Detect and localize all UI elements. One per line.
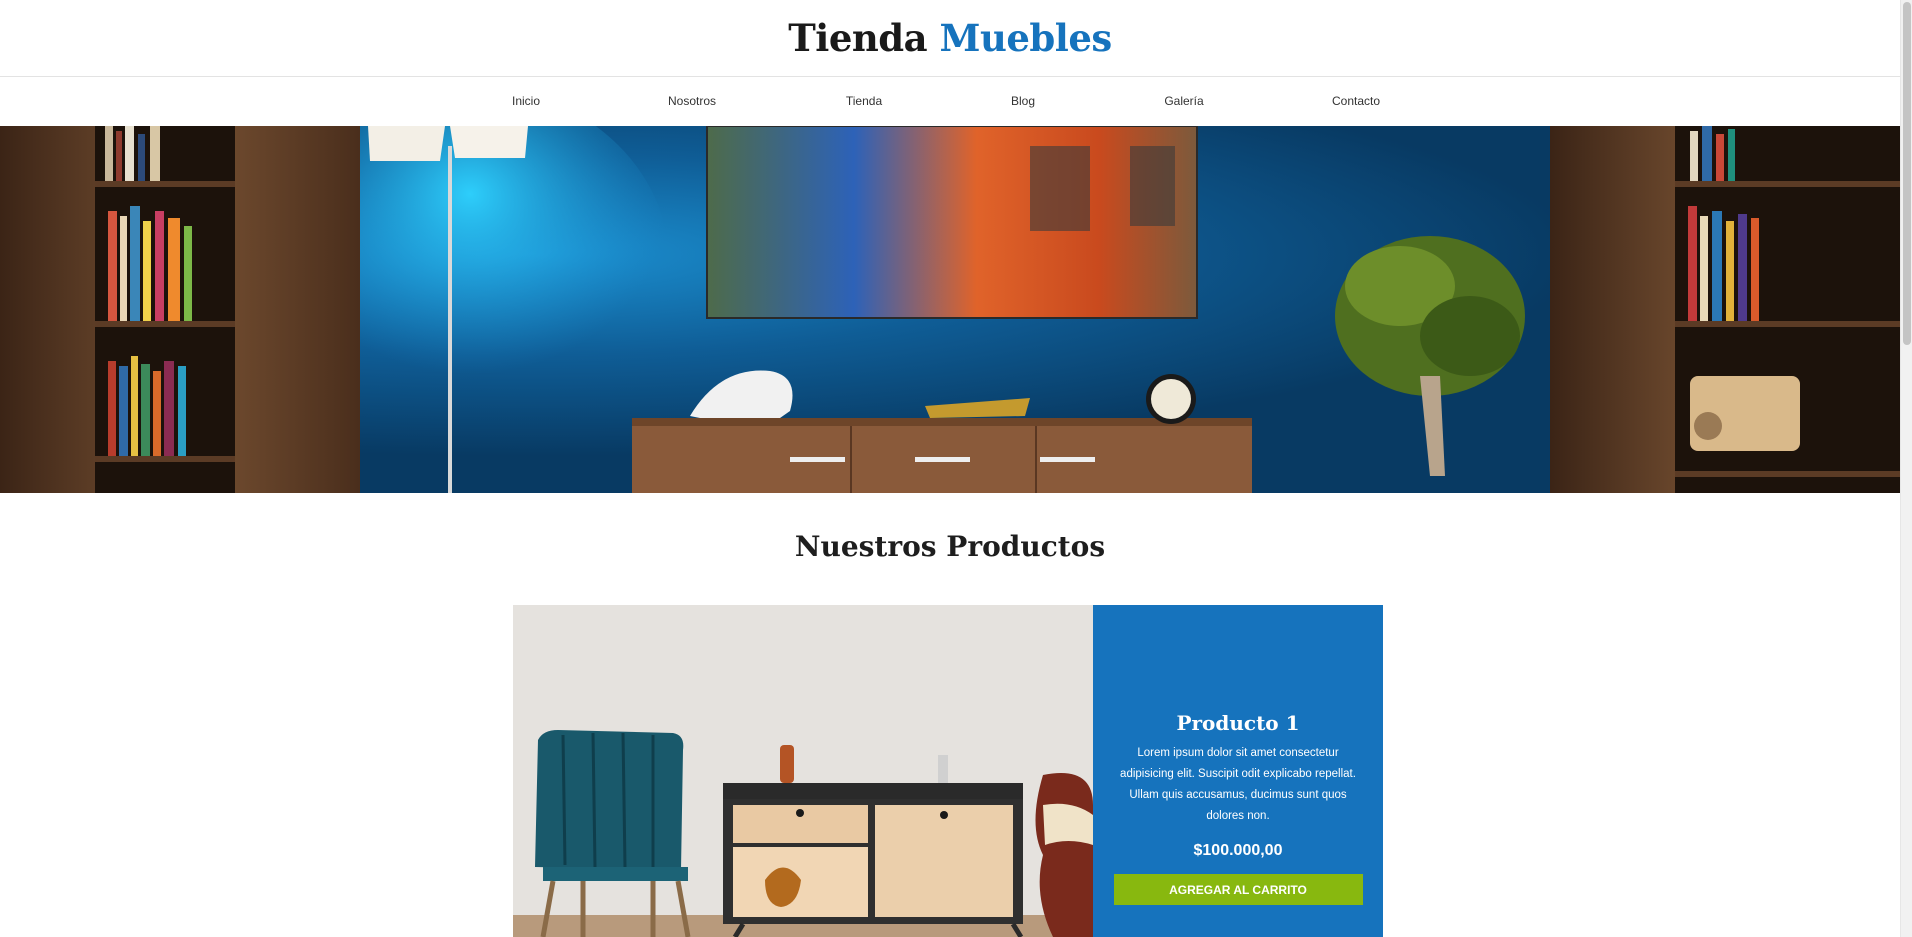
site-logo[interactable]: Tienda Muebles [788,16,1113,60]
scrollbar-thumb[interactable] [1903,2,1911,345]
site-header: Tienda Muebles [0,0,1900,77]
product-image[interactable] [513,605,1093,937]
brand-name-accent: Muebles [939,16,1113,60]
product-description: Lorem ipsum dolor sit amet consectetur a… [1120,747,1356,822]
product-price: $100.000,00 [1193,842,1283,859]
add-to-cart-button[interactable]: AGREGAR AL CARRITO [1113,874,1363,905]
product-photo [513,605,1093,937]
nav-link-inicio[interactable]: Inicio [512,94,540,108]
product-name[interactable]: Producto 1 [1113,711,1363,735]
nav-link-nosotros[interactable]: Nosotros [668,94,716,108]
nav-link-galeria[interactable]: Galería [1164,94,1203,108]
nav-link-contacto[interactable]: Contacto [1332,94,1380,108]
brand-name: Tienda [788,16,928,60]
hero-image [0,126,1900,493]
hero-banner [0,126,1900,493]
nav-link-tienda[interactable]: Tienda [846,94,882,108]
page-scrollbar[interactable] [1900,0,1912,937]
main-navigation: Inicio Nosotros Tienda Blog Galería Cont… [0,77,1900,126]
product-card: Producto 1 Lorem ipsum dolor sit amet co… [513,605,1383,937]
products-section-title: Nuestros Productos [794,530,1106,563]
nav-link-blog[interactable]: Blog [1011,94,1035,108]
product-info-panel: Producto 1 Lorem ipsum dolor sit amet co… [1093,605,1383,937]
